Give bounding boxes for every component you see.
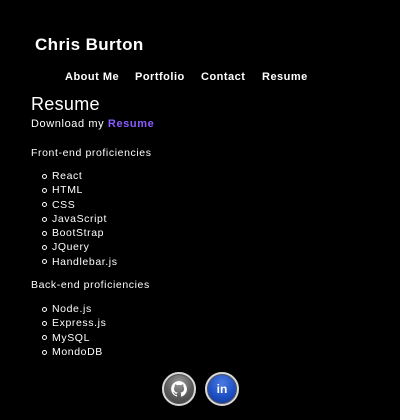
nav-item-portfolio: Portfolio	[135, 67, 201, 85]
bullet-icon	[42, 259, 47, 265]
bullet-icon	[42, 320, 47, 326]
list-item: MySQL	[42, 331, 106, 345]
frontend-label: Front-end proficiencies	[31, 147, 152, 159]
nav-item-about: About Me	[65, 67, 135, 85]
bullet-icon	[42, 335, 47, 341]
list-item: MondoDB	[42, 345, 106, 359]
github-icon	[171, 381, 187, 397]
social-links: in	[162, 372, 239, 406]
skill-label: React	[52, 170, 83, 182]
bullet-icon	[42, 173, 47, 179]
main-nav: About Me Portfolio Contact Resume	[65, 67, 312, 85]
skill-label: Handlebar.js	[52, 255, 118, 268]
list-item: Express.js	[42, 316, 106, 330]
bullet-icon	[42, 202, 47, 208]
resume-download-link[interactable]: Resume	[108, 118, 154, 130]
backend-skills-list: Node.js Express.js MySQL MondoDB	[42, 302, 106, 359]
skill-label: MondoDB	[52, 345, 103, 358]
bullet-icon	[42, 230, 47, 236]
nav-link-resume[interactable]: Resume	[262, 71, 308, 83]
linkedin-button[interactable]: in	[205, 372, 239, 406]
download-line: Download my Resume	[31, 118, 154, 130]
bullet-icon	[42, 187, 47, 193]
skill-label: HTML	[52, 184, 83, 197]
skill-label: BootStrap	[52, 227, 105, 240]
nav-link-contact[interactable]: Contact	[201, 71, 245, 83]
list-item: JQuery	[42, 240, 118, 254]
page-heading: Resume	[31, 94, 100, 114]
github-button[interactable]	[162, 372, 196, 406]
nav-link-portfolio[interactable]: Portfolio	[135, 71, 185, 83]
bullet-icon	[42, 245, 47, 251]
nav-link-about-me[interactable]: About Me	[65, 71, 119, 83]
skill-label: Express.js	[52, 317, 107, 330]
site-title: Chris Burton	[35, 35, 144, 54]
skill-label: JavaScript	[52, 212, 108, 225]
list-item: JavaScript	[42, 212, 118, 226]
list-item: Node.js	[42, 302, 106, 316]
bullet-icon	[42, 216, 47, 222]
bullet-icon	[42, 306, 47, 312]
skill-label: MySQL	[52, 331, 91, 344]
frontend-skills-list: React HTML CSS JavaScript BootStrap JQue…	[42, 169, 118, 269]
list-item: Handlebar.js	[42, 255, 118, 269]
linkedin-icon: in	[216, 382, 228, 396]
skill-label: Node.js	[52, 303, 92, 315]
backend-label: Back-end proficiencies	[31, 279, 150, 291]
skill-label: CSS	[52, 198, 76, 211]
page: Chris Burton About Me Portfolio Contact …	[0, 0, 400, 420]
list-item: React	[42, 169, 118, 183]
nav-item-resume: Resume	[262, 67, 312, 85]
skill-label: JQuery	[52, 241, 90, 254]
bullet-icon	[42, 349, 47, 355]
list-item: BootStrap	[42, 226, 118, 240]
download-prefix: Download my	[31, 118, 105, 130]
list-item: HTML	[42, 183, 118, 197]
nav-item-contact: Contact	[201, 67, 262, 85]
list-item: CSS	[42, 198, 118, 212]
